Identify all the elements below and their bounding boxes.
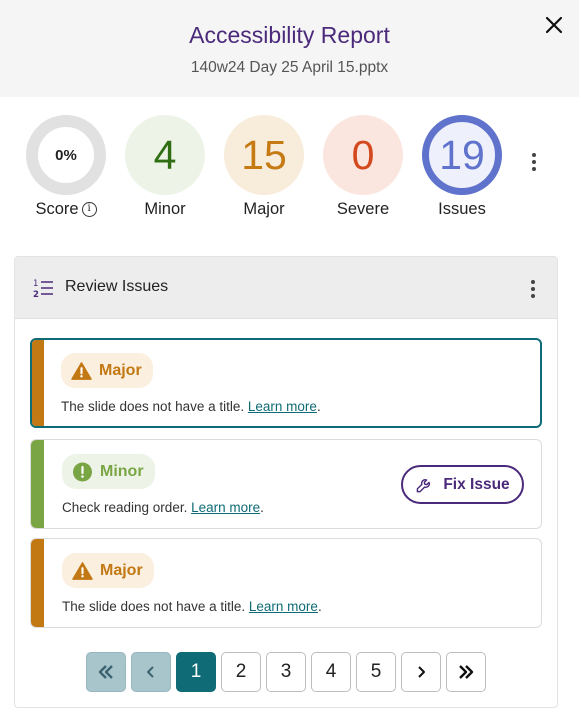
stat-severe: 0 Severe xyxy=(323,115,403,219)
review-more-button[interactable] xyxy=(525,277,541,301)
severe-count-circle: 0 xyxy=(323,115,403,195)
severity-label: Major xyxy=(99,361,142,379)
file-name: 140w24 Day 25 April 15.pptx xyxy=(190,59,389,76)
learn-more-link[interactable]: Learn more xyxy=(248,399,317,414)
next-page-button[interactable] xyxy=(401,652,441,692)
severity-label: Minor xyxy=(100,462,144,480)
stat-label: Minor xyxy=(144,200,186,218)
panel-header: 1 2 Review Issues xyxy=(15,257,557,319)
panel-title: Review Issues xyxy=(65,278,169,295)
issue-description: The slide does not have a title. Learn m… xyxy=(62,599,322,614)
stat-label: Major xyxy=(243,200,285,218)
learn-more-link[interactable]: Learn more xyxy=(249,599,318,614)
severity-stripe xyxy=(31,440,44,528)
severity-badge: Major xyxy=(61,353,153,388)
issue-card[interactable]: Major The slide does not have a title. L… xyxy=(30,338,542,428)
more-vertical-icon xyxy=(531,280,535,284)
page-button-3[interactable]: 3 xyxy=(266,652,306,692)
score-circle: 0% xyxy=(26,115,106,195)
first-page-button[interactable] xyxy=(86,652,126,692)
learn-more-link[interactable]: Learn more xyxy=(191,500,260,515)
review-issues-panel: 1 2 Review Issues Major The slide does n… xyxy=(14,256,558,708)
severity-label: Major xyxy=(100,561,143,579)
fix-issue-button[interactable]: Fix Issue xyxy=(401,465,524,504)
double-chevron-left-icon xyxy=(98,665,113,679)
severity-stripe xyxy=(32,340,44,426)
more-vertical-icon xyxy=(532,153,536,157)
stat-score: 0% Score i xyxy=(26,115,106,219)
last-page-button[interactable] xyxy=(446,652,486,692)
minor-count-circle: 4 xyxy=(125,115,205,195)
page-button-4[interactable]: 4 xyxy=(311,652,351,692)
svg-text:2: 2 xyxy=(33,290,39,299)
chevron-right-icon xyxy=(418,666,425,678)
stat-issues: 19 Issues xyxy=(422,115,502,219)
severity-badge: Major xyxy=(62,553,154,588)
prev-page-button[interactable] xyxy=(131,652,171,692)
issue-description: Check reading order. Learn more. xyxy=(62,500,264,515)
page-title: Accessibility Report xyxy=(189,22,390,48)
stat-label: Issues xyxy=(438,200,486,218)
report-header: Accessibility Report 140w24 Day 25 April… xyxy=(0,0,579,97)
stat-major: 15 Major xyxy=(224,115,304,219)
svg-text:1: 1 xyxy=(33,279,38,289)
stat-minor: 4 Minor xyxy=(125,115,205,219)
info-icon[interactable]: i xyxy=(81,202,97,217)
severity-badge: Minor xyxy=(62,454,155,489)
issue-card[interactable]: Minor Check reading order. Learn more. F… xyxy=(30,439,542,529)
warning-icon xyxy=(71,361,92,380)
stat-label: Severe xyxy=(336,200,390,218)
close-button[interactable] xyxy=(542,13,566,37)
issue-description: The slide does not have a title. Learn m… xyxy=(61,399,321,414)
warning-icon xyxy=(72,561,93,580)
fix-issue-label: Fix Issue xyxy=(443,475,510,493)
numbered-list-icon: 1 2 xyxy=(33,279,53,299)
wrench-icon xyxy=(416,479,431,493)
severity-stripe xyxy=(31,539,44,627)
double-chevron-right-icon xyxy=(459,665,474,679)
exclamation-circle-icon xyxy=(73,462,92,481)
page-button-2[interactable]: 2 xyxy=(221,652,261,692)
major-count-circle: 15 xyxy=(224,115,304,195)
issues-count-circle: 19 xyxy=(422,115,502,195)
issue-card[interactable]: Major The slide does not have a title. L… xyxy=(30,538,542,628)
score-label-row: Score i xyxy=(26,200,106,219)
page-button-5[interactable]: 5 xyxy=(356,652,396,692)
stat-label: Score xyxy=(35,200,79,218)
page-button-1[interactable]: 1 xyxy=(176,652,216,692)
chevron-left-icon xyxy=(147,666,154,678)
close-icon xyxy=(545,16,563,34)
report-more-button[interactable] xyxy=(526,150,542,174)
